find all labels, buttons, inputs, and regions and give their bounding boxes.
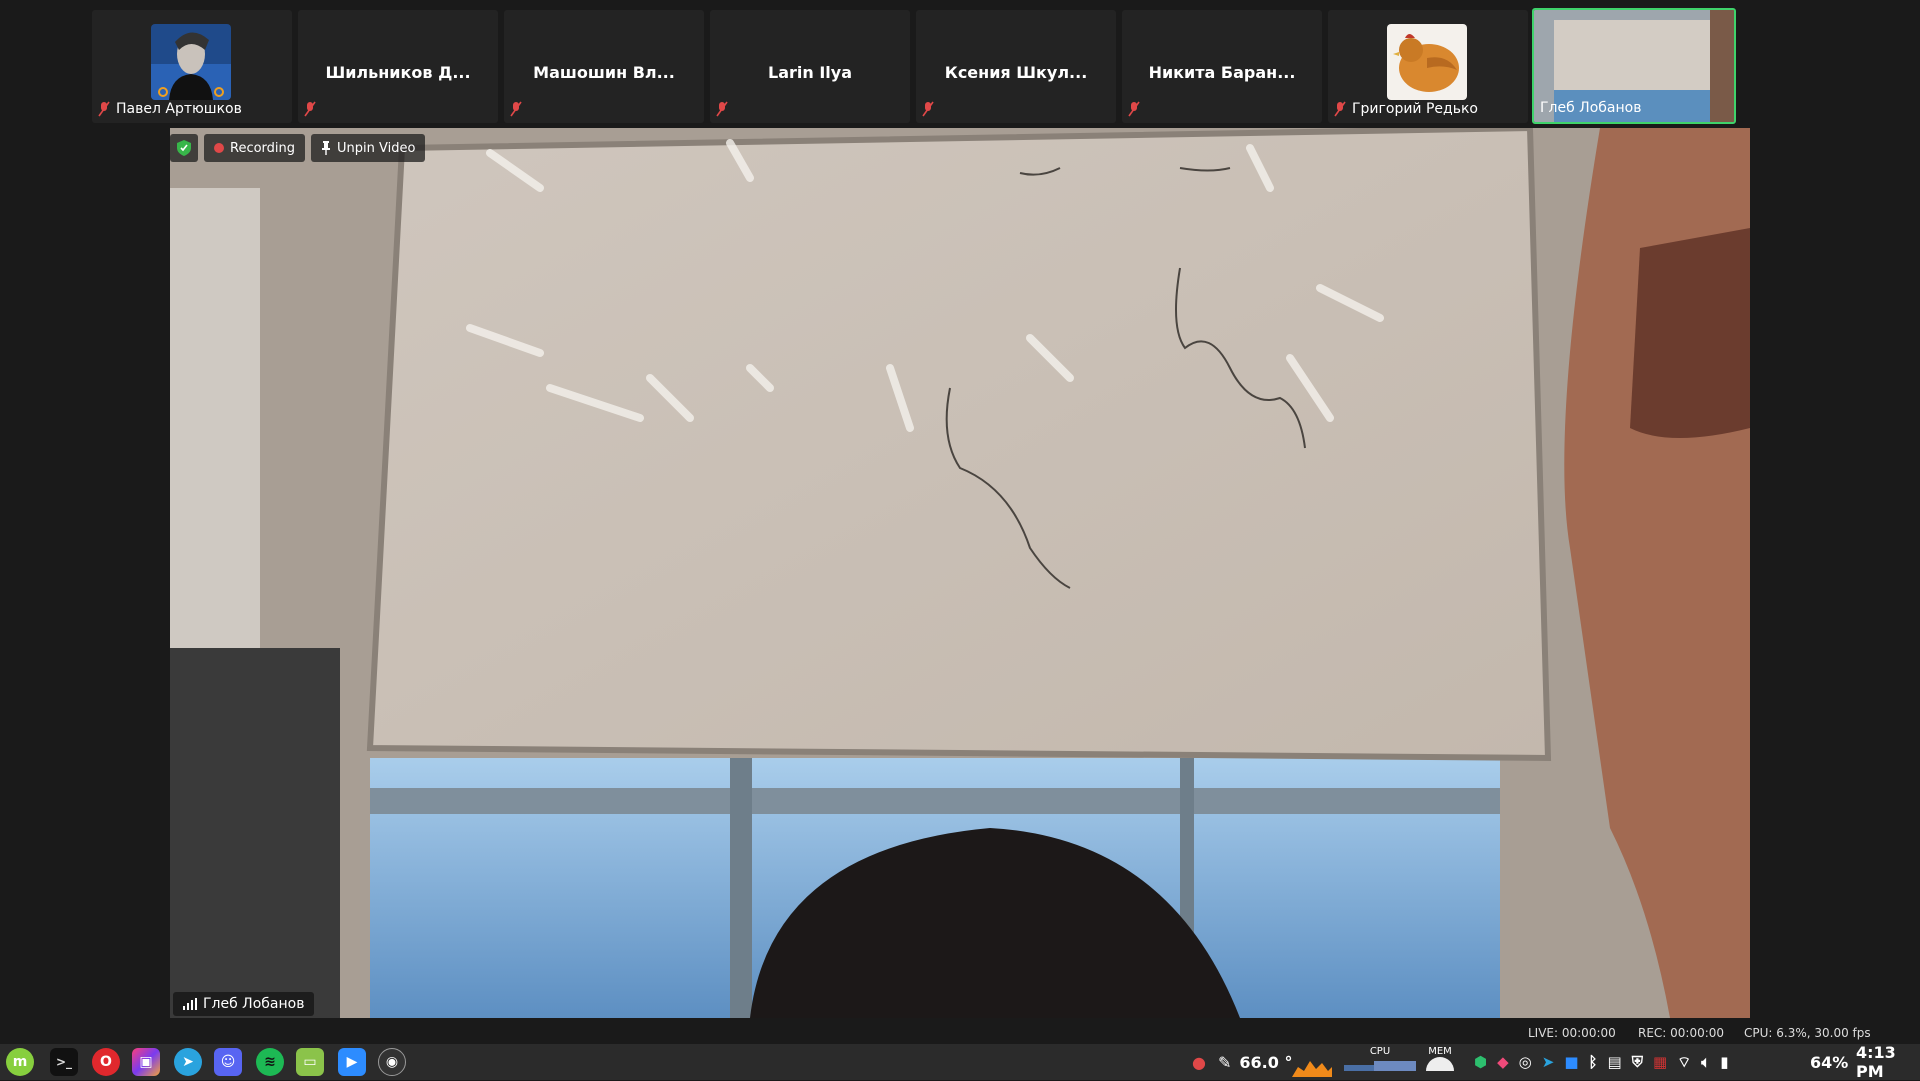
temperature-value: 66.0 ° — [1239, 1052, 1293, 1072]
participant-name: Машошин Вл... — [533, 63, 675, 82]
mic-muted-icon — [1128, 101, 1140, 117]
vpn-icon[interactable]: ⬢ — [1474, 1053, 1487, 1071]
recording-indicator[interactable]: Recording — [204, 134, 306, 162]
unpin-video-label: Unpin Video — [337, 140, 416, 156]
zoom-tray-icon[interactable]: ■ — [1564, 1053, 1578, 1071]
obs-icon[interactable]: ◉ — [378, 1048, 406, 1076]
mic-muted-icon — [98, 101, 110, 117]
taskbar: m >_ O ▣ ➤ ☺ ≋ ▭ ▶ ◉ ● ✎ 66.0 ° CPU MEM … — [0, 1043, 1920, 1081]
cpu-fps: CPU: 6.3%, 30.00 fps — [1744, 1026, 1871, 1040]
encryption-shield-icon[interactable] — [170, 134, 198, 162]
participant-name: Павел Артюшков — [116, 101, 242, 117]
mic-muted-icon — [922, 101, 934, 117]
wifi-icon[interactable]: ⌔ — [1677, 1053, 1691, 1072]
discord-icon[interactable]: ☺ — [214, 1048, 242, 1076]
chicken-avatar — [1387, 24, 1467, 100]
obs-status-bar: LIVE: 00:00:00 REC: 00:00:00 CPU: 6.3%, … — [0, 1020, 1920, 1044]
security-icon[interactable]: ⛨ — [1632, 1053, 1643, 1071]
participant-name: Ксения Шкул... — [944, 63, 1088, 82]
participant-tile[interactable]: Ксения Шкул... — [916, 10, 1116, 123]
cpu-monitor[interactable]: CPU — [1344, 1044, 1416, 1080]
whiteboard-video-frame — [170, 128, 1750, 1018]
participant-strip: Павел Артюшков Шильников Д... Машошин Вл… — [0, 0, 1920, 128]
opera-icon[interactable]: O — [92, 1048, 120, 1076]
participant-tile[interactable]: Шильников Д... — [298, 10, 498, 123]
clipboard-icon[interactable]: ▤ — [1608, 1053, 1622, 1071]
cpu-label: CPU — [1369, 1046, 1391, 1057]
participant-name: Никита Баран... — [1148, 63, 1296, 82]
participant-name: Глеб Лобанов — [1540, 100, 1642, 116]
temperature-graph — [1292, 1044, 1332, 1080]
location-icon[interactable]: ● — [1192, 1044, 1206, 1080]
thermometer-icon: ✎ — [1218, 1052, 1232, 1072]
participant-tile[interactable]: Никита Баран... — [1122, 10, 1322, 123]
jetbrains-tray-icon[interactable]: ◆ — [1497, 1053, 1509, 1071]
telegram-tray-icon[interactable]: ➤ — [1542, 1053, 1555, 1071]
keyboard-layout-flag-icon[interactable]: ▦ — [1653, 1053, 1667, 1071]
live-time: LIVE: 00:00:00 — [1528, 1026, 1616, 1040]
unpin-video-button[interactable]: Unpin Video — [311, 134, 426, 162]
zoom-icon[interactable]: ▶ — [338, 1048, 366, 1076]
participant-tile[interactable]: Павел Артюшков — [92, 10, 292, 123]
battery-percentage[interactable]: 64% — [1810, 1044, 1848, 1080]
jetbrains-toolbox-icon[interactable]: ▣ — [132, 1048, 160, 1076]
pin-icon — [322, 141, 331, 155]
participant-tile-active[interactable]: Глеб Лобанов — [1532, 8, 1736, 124]
participant-tile[interactable]: Larin Ilya — [710, 10, 910, 123]
mic-muted-icon — [304, 101, 316, 117]
rec-time: REC: 00:00:00 — [1638, 1026, 1725, 1040]
temperature-widget[interactable]: ✎ 66.0 ° — [1218, 1044, 1292, 1080]
signal-strength-icon — [183, 998, 197, 1010]
mem-label: MEM — [1428, 1046, 1452, 1057]
participant-name: Larin Ilya — [768, 63, 852, 82]
main-video[interactable] — [170, 128, 1750, 1018]
mint-menu-icon[interactable]: m — [6, 1048, 34, 1076]
participant-name: Шильников Д... — [325, 63, 471, 82]
mic-muted-icon — [716, 101, 728, 117]
bluetooth-icon[interactable]: ᛒ — [1589, 1053, 1598, 1071]
files-icon[interactable]: ▭ — [296, 1048, 324, 1076]
system-tray-icons: ⬢ ◆ ◎ ➤ ■ ᛒ ▤ ⛨ ▦ ⌔ 🔈︎ ▮ — [1474, 1044, 1729, 1080]
steam-icon[interactable]: ◎ — [1519, 1053, 1532, 1071]
spotify-icon[interactable]: ≋ — [256, 1048, 284, 1076]
portrait-avatar — [151, 24, 231, 100]
recording-dot-icon — [214, 143, 224, 153]
battery-icon[interactable]: ▮ — [1720, 1053, 1728, 1071]
participant-name: Григорий Редько — [1352, 101, 1478, 117]
active-speaker-label: Глеб Лобанов — [173, 992, 315, 1016]
speaker-name: Глеб Лобанов — [203, 996, 305, 1012]
recording-label: Recording — [230, 140, 296, 156]
memory-monitor[interactable]: MEM — [1424, 1044, 1456, 1080]
participant-tile[interactable]: Машошин Вл... — [504, 10, 704, 123]
clock[interactable]: 4:13 PM — [1856, 1043, 1920, 1081]
volume-icon[interactable]: 🔈︎ — [1701, 1053, 1710, 1071]
mic-muted-icon — [510, 101, 522, 117]
participant-tile[interactable]: Григорий Редько — [1328, 10, 1528, 123]
telegram-icon[interactable]: ➤ — [174, 1048, 202, 1076]
mic-muted-icon — [1334, 101, 1346, 117]
terminal-icon[interactable]: >_ — [50, 1048, 78, 1076]
video-overlay-controls: Recording Unpin Video — [170, 134, 426, 162]
